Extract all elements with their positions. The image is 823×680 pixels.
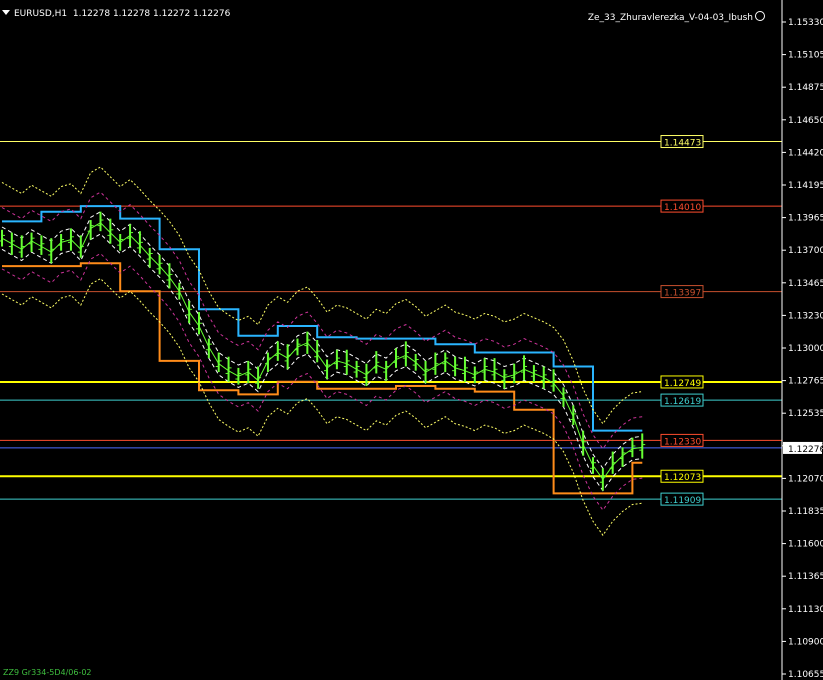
current-price-label: 1.12276 [788,445,823,455]
level-label-3: 1.12749 [664,379,701,389]
axis-tick-label: 1.11835 [788,507,823,517]
level-label-7: 1.11909 [664,496,701,506]
upper-white-band [1,211,643,470]
lower-yellow-band [1,277,643,537]
axis-tick-label: 1.14875 [788,83,823,93]
axis-tick-label: 1.13230 [788,311,823,321]
level-label-0: 1.14473 [664,139,701,149]
axis-tick-label: 1.14650 [788,116,823,126]
ohlc-values: 1.12278 1.12278 1.12272 1.12276 [72,9,231,19]
symbol-label: EURUSD,H1 [14,9,68,19]
footer-label: ZZ9 Gr334-5D4/06-02 [3,668,92,677]
axis-tick-label: 1.12535 [788,409,823,419]
upper-channel-line [2,205,643,432]
axis-tick-label: 1.14420 [788,148,823,158]
axis-tick-label: 1.13465 [788,279,823,289]
level-label-4: 1.12619 [664,397,701,407]
level-labels: 1.14473 1.14010 1.13397 1.12749 1.12619 1.123… [660,135,704,506]
price-close-line [1,222,643,481]
axis-tick-label: 1.10655 [788,670,823,680]
price-axis[interactable]: 1.15330 1.15105 1.14875 1.14650 1.14420 1.141… [781,0,823,680]
axis-tick-label: 1.12070 [788,474,823,484]
smiley-icon [755,11,765,21]
indicator-label: Ze_33_Zhuravlerezka_V-04-03_Ibush [588,11,765,23]
chart-menu-triangle-icon[interactable] [2,10,10,15]
level-label-1: 1.14010 [664,203,701,213]
axis-tick-label: 1.13965 [788,214,823,224]
axis-tick-label: 1.10900 [788,637,823,647]
lower-channel-line [2,262,643,495]
axis-tick-label: 1.13000 [788,344,823,354]
axis-tick-label: 1.11600 [788,540,823,550]
axis-tick-label: 1.11130 [788,605,823,615]
axis-tick-label: 1.15105 [788,51,823,61]
axis-tick-label: 1.12765 [788,377,823,387]
level-label-6: 1.12073 [664,473,701,483]
channel-overlays [1,166,643,537]
price-chart[interactable]: 1.14473 1.14010 1.13397 1.12749 1.12619 1.123… [0,0,823,680]
lower-white-band [1,233,643,492]
axis-tick-label: 1.13700 [788,246,823,256]
level-label-5: 1.12330 [664,437,701,447]
chart-header: EURUSD,H1 1.12278 1.12278 1.12272 1.1227… [2,9,230,19]
axis-tick-label: 1.11365 [788,572,823,582]
indicator-name: Ze_33_Zhuravlerezka_V-04-03_Ibush [587,13,753,23]
axis-tick-label: 1.14195 [788,181,823,191]
axis-tick-label: 1.15330 [788,18,823,28]
level-label-2: 1.13397 [664,289,701,299]
